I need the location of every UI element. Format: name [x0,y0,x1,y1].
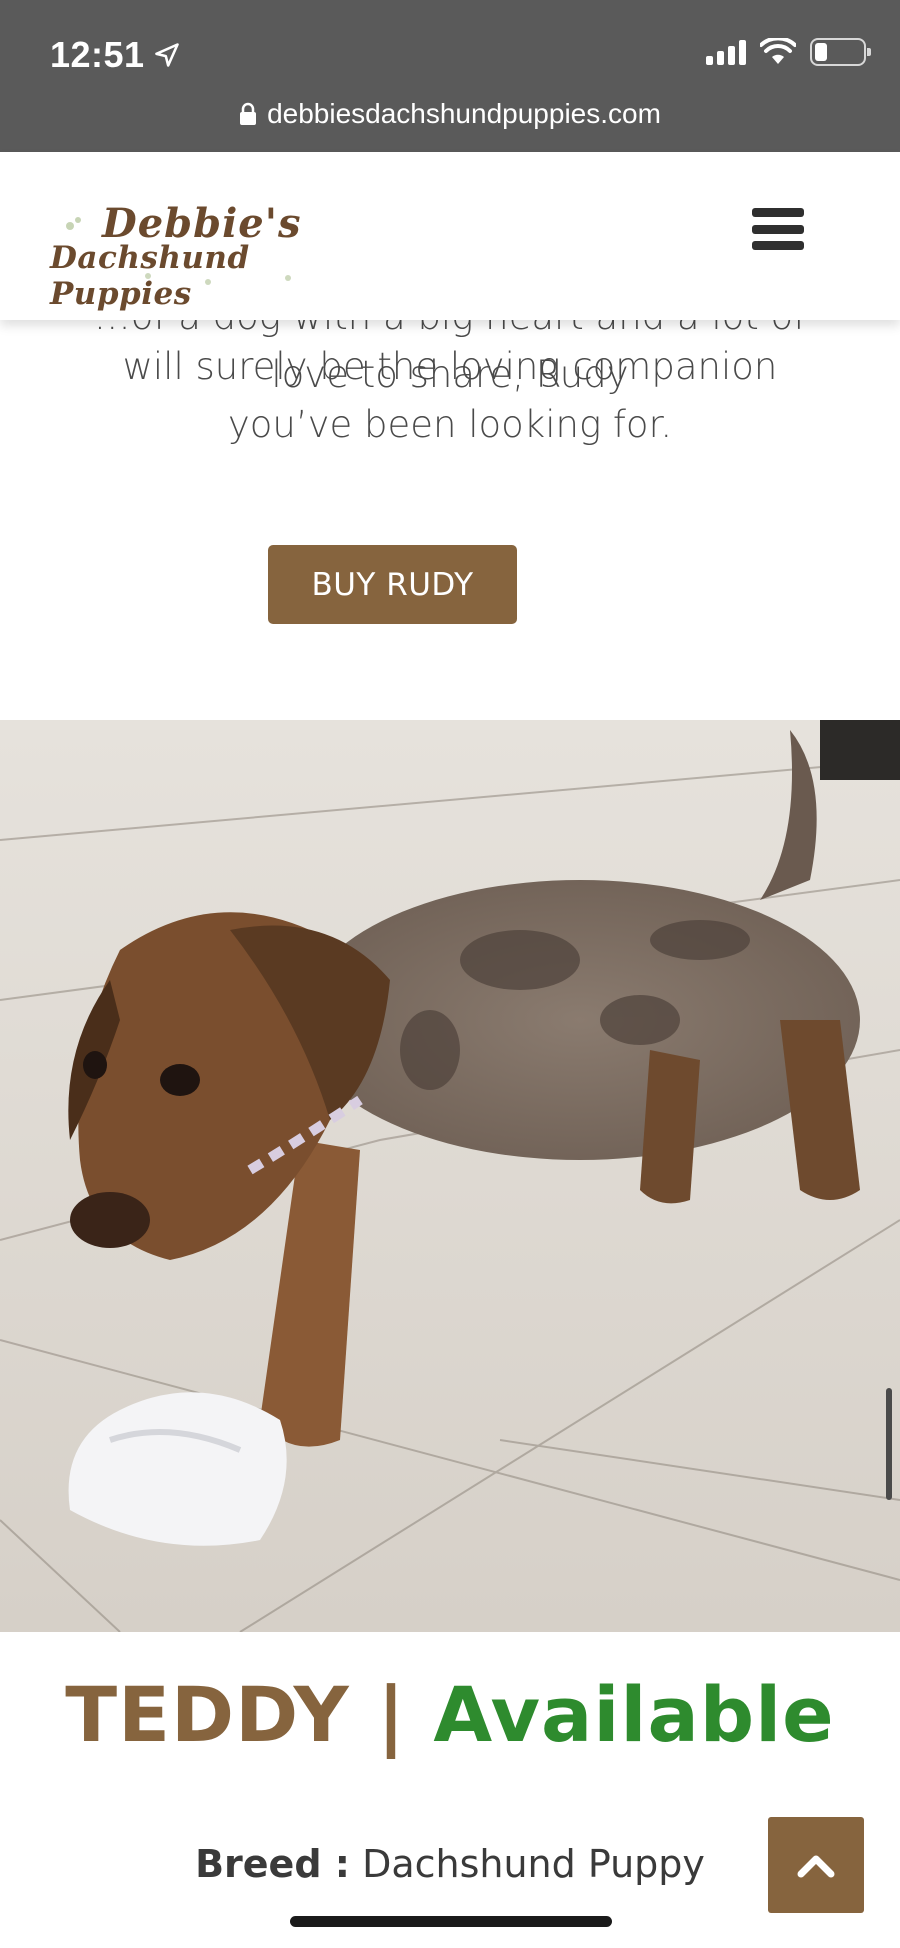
location-arrow-icon [154,43,179,67]
home-indicator[interactable] [290,1916,612,1927]
site-logo[interactable]: Debbie's Dachshund Puppies [48,200,348,312]
battery-icon [810,38,871,66]
cellular-signal-icon [706,39,746,65]
scroll-to-top-button[interactable] [768,1817,864,1913]
hamburger-menu-icon[interactable] [752,208,804,250]
title-separator: | [377,1670,406,1759]
status-icons [706,38,871,66]
scrollbar[interactable] [886,1388,892,1500]
status-time: 12:51 [50,34,181,76]
buy-rudy-button[interactable]: BUY RUDY [268,545,517,624]
listing-title: TEDDY | Available [0,1670,900,1759]
listing-description: will surely be the loving companion you’… [122,345,778,446]
breed-label: Breed : [195,1842,350,1886]
lock-icon [240,102,257,125]
time-text: 12:51 [50,34,145,75]
breed-line: Breed : Dachshund Puppy [0,1842,900,1886]
puppy-photo [0,720,900,1632]
address-bar[interactable]: debbiesdachshundpuppies.com [0,98,900,130]
availability-status: Available [433,1670,835,1759]
site-header: Debbie's Dachshund Puppies [0,152,900,320]
browser-chrome: 12:51 debbiesdachshundpuppies.com [0,0,900,152]
chevron-up-icon [797,1855,835,1878]
puppy-name: TEDDY [65,1670,350,1759]
breed-value: Dachshund Puppy [362,1842,705,1886]
logo-line-2: Dachshund Puppies [50,240,250,312]
url-text: debbiesdachshundpuppies.com [267,98,661,129]
wifi-icon [760,38,796,64]
